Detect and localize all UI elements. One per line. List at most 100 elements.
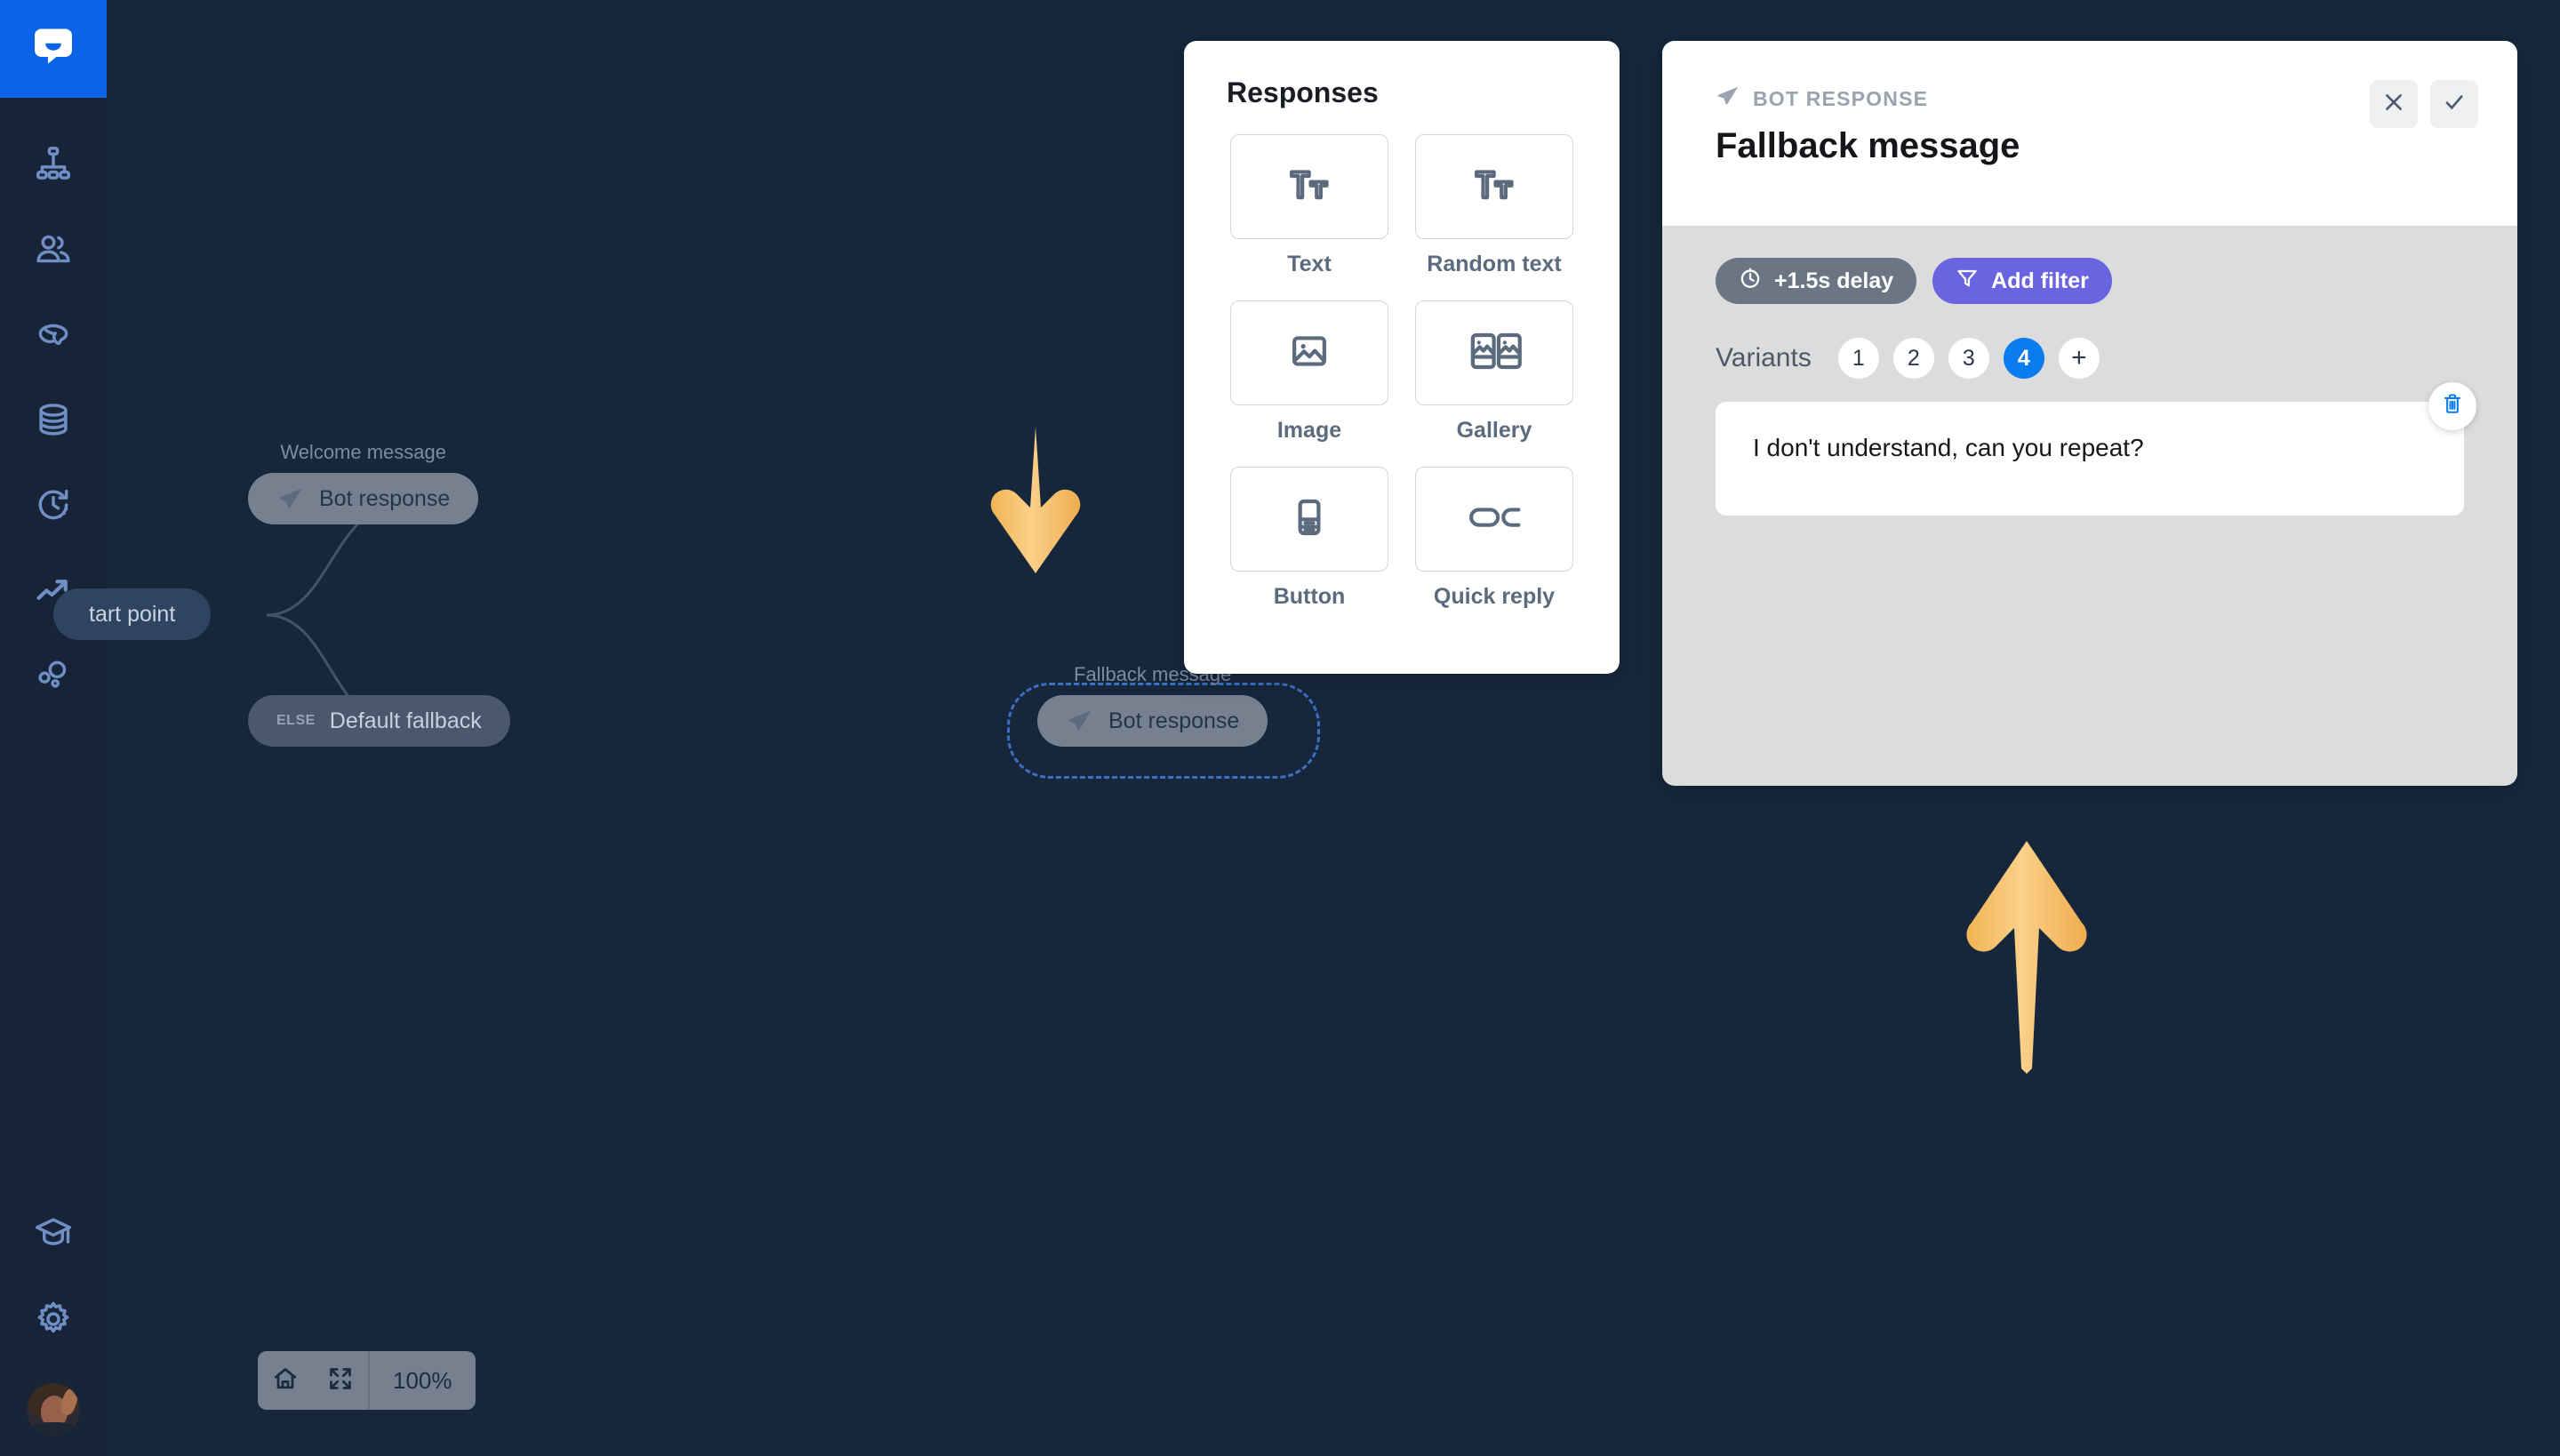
- response-option-random-text[interactable]: Random text: [1412, 134, 1577, 277]
- response-label: Text: [1287, 252, 1332, 276]
- paper-plane-icon: [276, 484, 305, 513]
- variants-label: Variants: [1716, 343, 1812, 372]
- home-icon: [272, 1365, 299, 1396]
- button-card-icon: [1289, 497, 1330, 542]
- node-fallback-message[interactable]: Fallback message Bot response: [1037, 663, 1268, 747]
- paper-plane-icon: [1066, 707, 1094, 735]
- node-welcome-message[interactable]: Welcome message Bot response: [248, 441, 479, 524]
- detail-chip-row: +1.5s delay Add filter: [1716, 258, 2464, 304]
- chatbot-logo-button[interactable]: [0, 0, 107, 98]
- response-option-text[interactable]: Text: [1227, 134, 1392, 277]
- response-tile[interactable]: [1230, 467, 1388, 572]
- canvas-zoom-toolbar[interactable]: 100%: [258, 1351, 476, 1410]
- response-option-quick-reply[interactable]: Quick reply: [1412, 467, 1577, 610]
- welcome-bot-response-pill[interactable]: Bot response: [248, 473, 479, 524]
- detail-eyebrow-label: BOT RESPONSE: [1753, 86, 1929, 110]
- variant-tab-2[interactable]: 2: [1892, 338, 1934, 379]
- variant-tab-3[interactable]: 3: [1948, 338, 1989, 379]
- welcome-message-group-label: Welcome message: [280, 441, 446, 463]
- variant-tab-1[interactable]: 1: [1837, 338, 1879, 379]
- detail-panel-header: BOT RESPONSE Fallback message: [1662, 41, 2517, 226]
- left-sidebar: [0, 0, 107, 1456]
- sidebar-item-data[interactable]: [0, 379, 107, 464]
- trash-icon: [2441, 392, 2464, 421]
- sidebar-item-users[interactable]: [0, 208, 107, 293]
- detail-panel-title: Fallback message: [1716, 126, 2020, 165]
- start-point-pill[interactable]: tart point: [53, 588, 212, 640]
- user-avatar[interactable]: [27, 1383, 80, 1436]
- response-tile[interactable]: [1415, 467, 1573, 572]
- text-format-icon: [1474, 164, 1515, 210]
- sidebar-item-integrations[interactable]: [0, 635, 107, 720]
- sidebar-item-settings[interactable]: [0, 1278, 107, 1364]
- delete-variant-button[interactable]: [2428, 382, 2476, 430]
- response-option-button[interactable]: Button: [1227, 467, 1392, 610]
- node-default-fallback[interactable]: ELSE Default fallback: [248, 695, 510, 747]
- responses-panel-title: Responses: [1227, 76, 1379, 108]
- fallback-bot-response-label: Bot response: [1108, 708, 1240, 733]
- fallback-bot-response-pill[interactable]: Bot response: [1037, 695, 1268, 747]
- response-label: Random text: [1427, 252, 1562, 276]
- org-chart-icon: [34, 144, 73, 188]
- response-label: Gallery: [1456, 418, 1532, 443]
- else-tag: ELSE: [276, 713, 316, 728]
- response-option-image[interactable]: Image: [1227, 300, 1392, 444]
- default-fallback-label: Default fallback: [329, 708, 482, 733]
- avatar-body: [32, 1422, 75, 1436]
- check-icon: [2443, 91, 2466, 118]
- variant-text-value: I don't understand, can you repeat?: [1753, 434, 2144, 461]
- response-label: Image: [1276, 418, 1342, 443]
- detail-header-actions: [2370, 80, 2478, 128]
- welcome-bot-response-label: Bot response: [319, 485, 451, 511]
- add-filter-chip[interactable]: Add filter: [1932, 258, 2112, 304]
- quick-reply-icon: [1467, 504, 1522, 535]
- delay-chip[interactable]: +1.5s delay: [1716, 258, 1917, 304]
- sidebar-item-academy[interactable]: [0, 1193, 107, 1278]
- paper-plane-icon: [1716, 84, 1740, 114]
- funnel-icon: [1956, 267, 1979, 296]
- response-tile[interactable]: [1230, 134, 1388, 239]
- response-tile[interactable]: [1230, 300, 1388, 405]
- delay-chip-label: +1.5s delay: [1774, 268, 1894, 293]
- text-format-icon: [1289, 164, 1330, 210]
- gear-icon: [34, 1300, 73, 1343]
- clock-icon: [1739, 267, 1762, 296]
- responses-panel: Responses Text Random text Image Gallery…: [1184, 41, 1620, 674]
- chatbot-logo-icon: [28, 22, 78, 76]
- sidebar-bottom-group: [0, 1193, 107, 1456]
- close-button[interactable]: [2370, 80, 2418, 128]
- fit-screen-button[interactable]: [313, 1351, 368, 1410]
- reset-view-button[interactable]: [258, 1351, 313, 1410]
- sidebar-item-training[interactable]: [0, 293, 107, 379]
- response-option-gallery[interactable]: Gallery: [1412, 300, 1577, 444]
- database-icon: [34, 400, 73, 444]
- history-clock-icon: [34, 485, 73, 529]
- variant-tab-4[interactable]: 4: [2003, 338, 2044, 379]
- add-filter-chip-label: Add filter: [1991, 268, 2089, 293]
- response-label: Button: [1273, 584, 1346, 609]
- brain-icon: [34, 315, 73, 358]
- add-variant-button[interactable]: +: [2058, 338, 2100, 379]
- sidebar-item-stories[interactable]: [0, 123, 107, 208]
- image-icon: [1289, 331, 1330, 376]
- sidebar-item-archives[interactable]: [0, 464, 107, 549]
- users-icon: [34, 229, 73, 273]
- start-point-label: tart point: [89, 601, 176, 627]
- confirm-button[interactable]: [2430, 80, 2478, 128]
- close-icon: [2382, 91, 2405, 118]
- fit-screen-icon: [327, 1365, 354, 1396]
- variant-text-field[interactable]: I don't understand, can you repeat?: [1716, 382, 2476, 516]
- responses-grid: Text Random text Image Gallery Button Qu…: [1227, 134, 1577, 610]
- graduation-cap-icon: [34, 1214, 73, 1258]
- response-tile[interactable]: [1415, 300, 1573, 405]
- node-start-point[interactable]: tart point: [53, 588, 212, 640]
- response-label: Quick reply: [1433, 584, 1556, 609]
- zoom-level[interactable]: 100%: [370, 1351, 476, 1410]
- detail-eyebrow: BOT RESPONSE: [1716, 84, 2464, 114]
- gallery-icon: [1467, 331, 1522, 376]
- bot-response-detail-panel: BOT RESPONSE Fallback message +1.5s dela…: [1662, 41, 2517, 786]
- detail-panel-body: +1.5s delay Add filter Variants 1 2 3 4 …: [1662, 226, 2517, 548]
- response-tile[interactable]: [1415, 134, 1573, 239]
- app-root: tart point Welcome message Bot response …: [0, 0, 2560, 1456]
- default-fallback-pill[interactable]: ELSE Default fallback: [248, 695, 510, 747]
